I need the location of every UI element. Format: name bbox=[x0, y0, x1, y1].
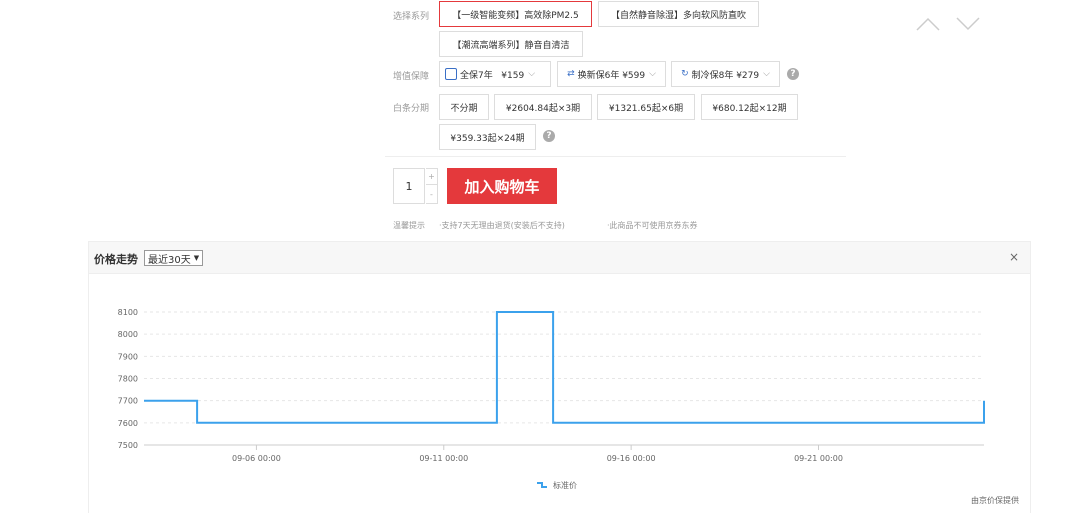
price-chart: 7500 7600 7700 7800 7900 8000 8100 09-06 00:00 0… bbox=[118, 308, 985, 490]
close-icon[interactable]: × bbox=[1009, 250, 1019, 264]
refresh-icon: ↻ bbox=[681, 69, 689, 79]
quantity-stepper[interactable]: + - bbox=[426, 168, 438, 204]
quantity-input[interactable]: 1 bbox=[393, 168, 425, 204]
chevron-down-icon: ⌵ bbox=[528, 69, 536, 79]
installment-option-3[interactable]: ¥2604.84起×3期 bbox=[494, 94, 592, 120]
range-select[interactable]: 最近30天 ▼ bbox=[144, 250, 204, 266]
warranty-option-label: 全保7年 ¥159 bbox=[460, 70, 525, 81]
installment-option-6[interactable]: ¥1321.65起×6期 bbox=[597, 94, 695, 120]
x-tick-label: 09-11 00:00 bbox=[419, 454, 468, 463]
y-tick-label: 7700 bbox=[118, 397, 138, 406]
range-select-value: 最近30天 bbox=[148, 254, 191, 266]
tip-return: ·支持7天无理由退货(安装后不支持) bbox=[439, 221, 565, 230]
shield-icon bbox=[445, 68, 457, 80]
caret-down-icon: ▼ bbox=[193, 254, 200, 262]
installment-option-12[interactable]: ¥680.12起×12期 bbox=[701, 94, 798, 120]
chevron-down-icon[interactable] bbox=[956, 17, 980, 31]
warranty-option-label: 换新保6年 ¥599 bbox=[577, 70, 646, 81]
series-line-standard-price bbox=[144, 311, 985, 424]
series-option-2[interactable]: 【自然静音除湿】多向软风防直吹 bbox=[598, 1, 759, 27]
y-tick-label: 8000 bbox=[118, 330, 138, 339]
warranty-option-replace[interactable]: ⇄ 换新保6年 ¥599 ⌵ bbox=[557, 61, 666, 87]
series-option-1[interactable]: 【一级智能变频】高效除PM2.5 bbox=[439, 1, 592, 27]
divider bbox=[385, 156, 846, 157]
warranty-label: 增值保障 bbox=[393, 72, 430, 82]
x-tick-label: 09-06 00:00 bbox=[232, 454, 281, 463]
decrease-button[interactable]: - bbox=[426, 185, 438, 204]
warranty-option-cooling[interactable]: ↻ 制冷保8年 ¥279 ⌵ bbox=[671, 61, 780, 87]
series-label: 选择系列 bbox=[393, 12, 430, 22]
x-tick-label: 09-16 00:00 bbox=[607, 454, 656, 463]
help-icon[interactable]: ? bbox=[543, 130, 555, 142]
chevron-down-icon: ⌵ bbox=[763, 69, 770, 79]
series-option-3[interactable]: 【潮流高端系列】静音自清洁 bbox=[439, 31, 583, 57]
y-tick-label: 7600 bbox=[118, 419, 138, 428]
x-tick-label: 09-21 00:00 bbox=[794, 454, 843, 463]
tip-coupon: ·此商品不可使用京券东券 bbox=[607, 221, 698, 230]
y-tick-label: 7900 bbox=[118, 352, 138, 361]
swap-icon: ⇄ bbox=[567, 69, 575, 79]
increase-button[interactable]: + bbox=[426, 168, 438, 185]
installment-option-24[interactable]: ¥359.33起×24期 bbox=[439, 124, 536, 150]
legend-swatch bbox=[537, 482, 547, 488]
chevron-up-icon[interactable] bbox=[916, 17, 940, 31]
y-tick-label: 8100 bbox=[118, 308, 138, 317]
panel-header: 价格走势 最近30天 ▼ × bbox=[89, 242, 1030, 274]
help-icon[interactable]: ? bbox=[787, 68, 799, 80]
warranty-option-label: 制冷保8年 ¥279 bbox=[691, 70, 760, 81]
chevron-down-icon: ⌵ bbox=[649, 69, 656, 79]
installment-label: 白条分期 bbox=[393, 104, 430, 114]
legend-label: 标准价 bbox=[553, 480, 577, 490]
tips-label: 温馨提示 bbox=[393, 221, 425, 230]
y-tick-label: 7500 bbox=[118, 441, 138, 450]
installment-option-none[interactable]: 不分期 bbox=[439, 94, 489, 120]
warranty-option-full[interactable]: 全保7年 ¥159 ⌵ bbox=[439, 61, 551, 87]
add-to-cart-button[interactable]: 加入购物车 bbox=[447, 168, 557, 204]
panel-title: 价格走势 bbox=[94, 253, 138, 266]
y-tick-label: 7800 bbox=[118, 375, 138, 384]
